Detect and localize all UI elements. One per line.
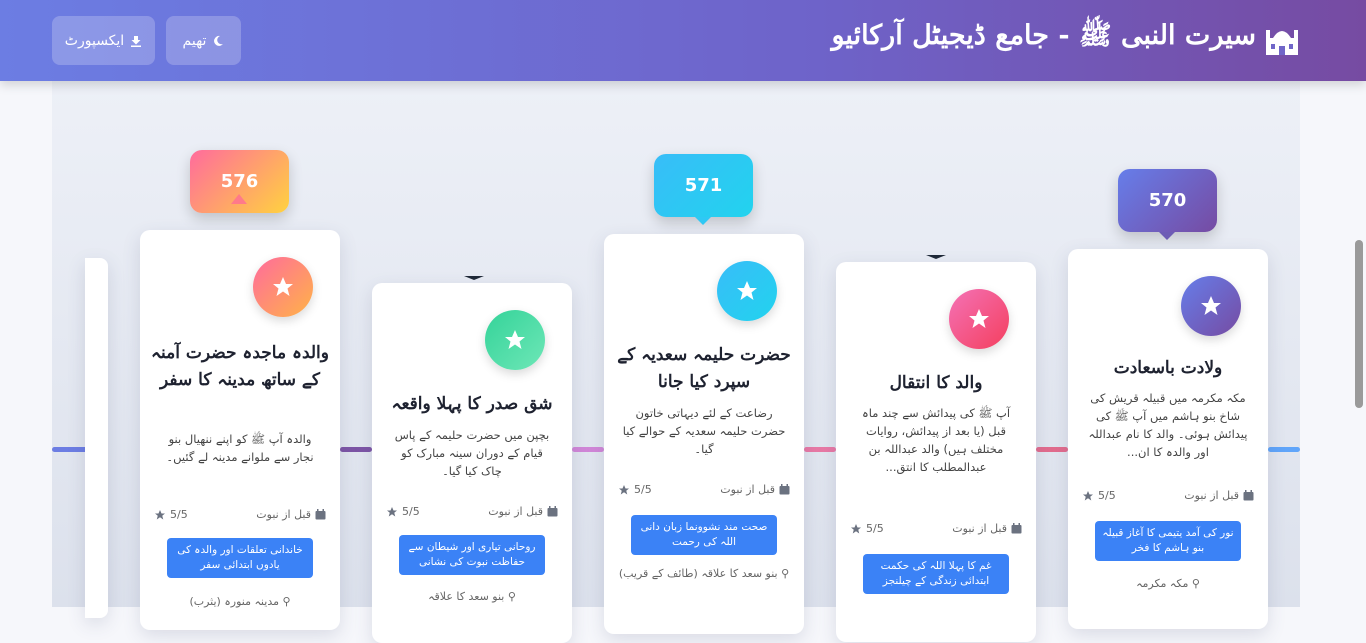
card-meta: قبل از نبوت 5/5 [618, 483, 790, 496]
card-location: ⚲ بنو سعد کا علاقہ (طائف کے قریب) [618, 567, 790, 580]
location-icon: ⚲ [1191, 577, 1200, 590]
lesson-tag[interactable]: روحانی تیاری اور شیطان سے حفاظت نبوت کی … [399, 535, 545, 575]
calendar-icon [547, 506, 558, 517]
location-icon: ⚲ [282, 595, 291, 608]
mosque-icon [1266, 30, 1298, 55]
rating: 5/5 [618, 483, 652, 496]
timeline-line [804, 447, 836, 452]
timeline-line [1268, 447, 1300, 452]
location-icon: ⚲ [507, 590, 516, 603]
star-icon [253, 257, 313, 317]
timeline-card[interactable]: والد کا انتقال آپ ﷺ کی پیدائش سے چند ماہ… [836, 262, 1036, 642]
rating: 5/5 [154, 508, 188, 521]
moon-icon [214, 35, 224, 46]
timeline-line [1036, 447, 1068, 452]
star-icon [485, 310, 545, 370]
period: قبل از نبوت [256, 508, 326, 521]
app-header: سیرت النبی ﷺ - جامع ڈیجیٹل آرکائیو تھیم … [0, 0, 1366, 81]
card-location: ⚲ مکہ مکرمہ [1136, 577, 1200, 590]
star-icon [717, 261, 777, 321]
card-description: آپ ﷺ کی پیدائش سے چند ماہ قبل (یا بعد از… [861, 406, 1011, 474]
badge-pointer [1159, 232, 1175, 240]
calendar-icon [315, 509, 326, 520]
period: قبل از نبوت [952, 522, 1022, 535]
theme-label: تھیم [182, 32, 207, 49]
card-meta: قبل از نبوت 5/5 [386, 505, 558, 518]
card-description: بچپن میں حضرت حلیمہ کے پاس قیام کے دوران… [394, 428, 550, 478]
star-icon [1083, 490, 1093, 500]
calendar-icon [779, 484, 790, 495]
rating: 5/5 [386, 505, 420, 518]
card-title: والد کا انتقال [889, 373, 983, 393]
timeline-line [340, 447, 372, 452]
timeline-line [572, 447, 604, 452]
period: قبل از نبوت [488, 505, 558, 518]
card-meta: قبل از نبوت 5/5 [154, 508, 326, 521]
card-location: ⚲ بنو سعد کا علاقہ [428, 590, 516, 603]
card-description: والدہ آپ ﷺ کو اپنے ننھیال بنو نجار سے مل… [166, 432, 314, 464]
timeline-card[interactable]: شق صدر کا پہلا واقعہ بچپن میں حضرت حلیمہ… [372, 283, 572, 643]
card-location: ⚲ مدینہ منورہ (یثرب) [189, 595, 291, 608]
year-badge: 570 [1118, 169, 1217, 232]
card-title: حضرت حلیمہ سعدیہ کے سپرد کیا جانا [617, 345, 791, 392]
star-icon [1181, 276, 1241, 336]
card-meta: قبل از نبوت 5/5 [1082, 489, 1254, 502]
location-icon: ⚲ [781, 567, 790, 580]
lesson-tag[interactable]: صحت مند نشوونما زبان دانی اللہ کی رحمت [631, 515, 777, 555]
page-title: سیرت النبی ﷺ - جامع ڈیجیٹل آرکائیو [831, 20, 1256, 51]
badge-pointer [695, 217, 711, 225]
theme-button[interactable]: تھیم [166, 16, 241, 65]
calendar-icon [1243, 490, 1254, 501]
download-icon [131, 35, 142, 47]
lesson-tag[interactable]: نور کی آمد یتیمی کا آغاز قبیلہ بنو ہاشم … [1095, 521, 1241, 561]
card-meta: قبل از نبوت 5/5 [850, 522, 1022, 535]
lesson-tag[interactable]: خاندانی تعلقات اور والدہ کی یادوں ابتدائ… [167, 538, 313, 578]
card-description: مکہ مکرمہ میں قبیلہ قریش کی شاخ بنو ہاشم… [1088, 391, 1248, 459]
rating: 5/5 [850, 522, 884, 535]
rating: 5/5 [1082, 489, 1116, 502]
star-icon [619, 484, 629, 494]
year-badge: 571 [654, 154, 753, 217]
timeline-card[interactable]: والدہ ماجدہ حضرت آمنہ کے ساتھ مدینہ کا س… [140, 230, 340, 630]
card-title: شق صدر کا پہلا واقعہ [391, 394, 553, 414]
star-icon [387, 506, 397, 516]
period: قبل از نبوت [720, 483, 790, 496]
calendar-icon [1011, 523, 1022, 534]
timeline-card[interactable]: حضرت حلیمہ سعدیہ کے سپرد کیا جانا رضاعت … [604, 234, 804, 634]
star-icon [949, 289, 1009, 349]
lesson-tag[interactable]: غم کا پہلا اللہ کی حکمت ابتدائی زندگی کے… [863, 554, 1009, 594]
export-button[interactable]: ایکسپورٹ [52, 16, 155, 65]
period: قبل از نبوت [1184, 489, 1254, 502]
export-label: ایکسپورٹ [64, 32, 125, 49]
card-title: ولادت باسعادت [1113, 358, 1223, 378]
badge-pointer [231, 194, 247, 204]
badge-pointer [464, 276, 484, 280]
timeline-card[interactable]: ولادت باسعادت مکہ مکرمہ میں قبیلہ قریش ک… [1068, 249, 1268, 629]
star-icon [851, 523, 861, 533]
page-scrollbar[interactable] [1355, 240, 1363, 408]
star-icon [155, 509, 165, 519]
timeline-card-partial[interactable] [85, 258, 108, 618]
card-title: والدہ ماجدہ حضرت آمنہ کے ساتھ مدینہ کا س… [151, 343, 329, 390]
badge-pointer [926, 255, 946, 259]
card-description: رضاعت کے لئے دیہاتی خاتون حضرت حلیمہ سعد… [622, 406, 786, 456]
